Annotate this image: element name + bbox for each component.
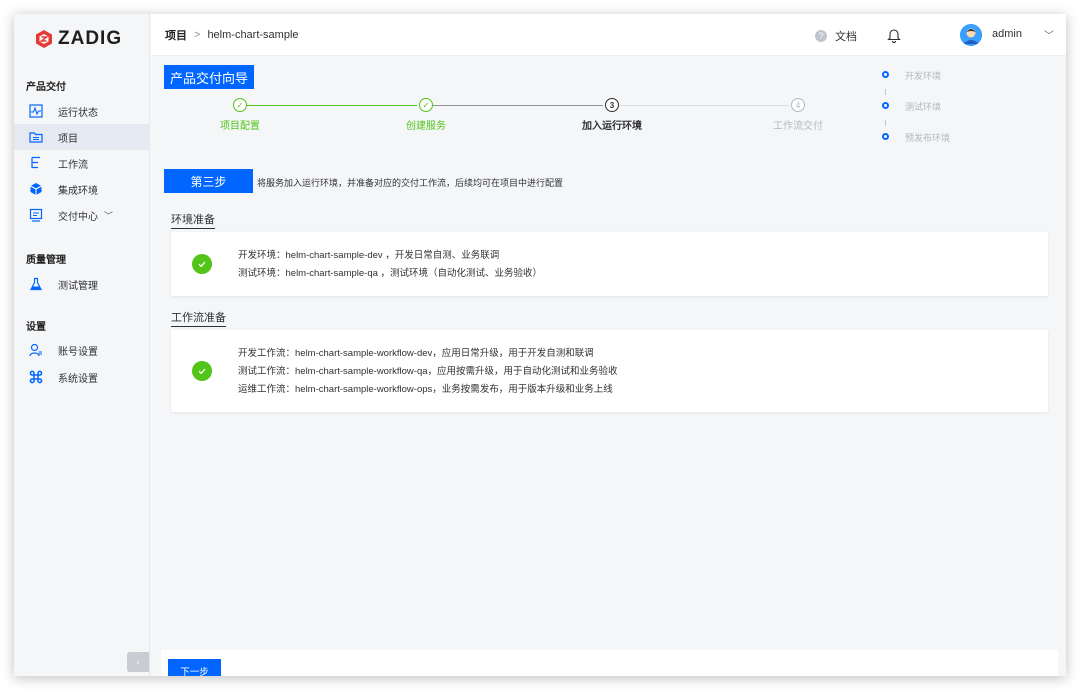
step-connector (433, 105, 603, 106)
env-progress-label: 测试环境 (905, 102, 942, 112)
env-progress-list: 开发环境 测试环境 预发布环境 (882, 69, 950, 162)
avatar-icon (960, 24, 982, 46)
step-4-label: 工作流交付 (773, 121, 823, 132)
workflow-line-dev: 开发工作流：helm-chart-sample-workflow-dev，应用日… (238, 348, 594, 359)
sidebar-item-system-settings[interactable]: 系统设置 (14, 364, 150, 390)
sidebar-item-label: 系统设置 (58, 373, 98, 385)
env-progress-item: 开发环境 (882, 69, 950, 100)
workflow-icon (28, 155, 44, 171)
sidebar-item-status[interactable]: 运行状态 (14, 98, 150, 124)
main-content: 产品交付向导 ✓ ✓ 3 4 项目配置 创建服务 加入运行环境 工作流交付 开发… (151, 57, 1066, 676)
breadcrumb: 项目 > helm-chart-sample (165, 27, 299, 43)
app-window: ZADIG 产品交付 运行状态 项目 工作流 集成环境 交付中心 ﹀ 质量管理 … (14, 14, 1066, 676)
circle-icon (882, 133, 889, 140)
activity-icon (28, 103, 44, 119)
workflow-card: 开发工作流：helm-chart-sample-workflow-dev，应用日… (171, 330, 1048, 412)
next-step-button[interactable]: 下一步 (168, 659, 221, 676)
env-connector (885, 89, 886, 95)
sidebar-item-label: 运行状态 (58, 107, 98, 119)
workflow-section-title: 工作流准备 (171, 309, 226, 327)
sidebar-item-delivery-center[interactable]: 交付中心 ﹀ (14, 202, 150, 228)
step-2-label: 创建服务 (406, 121, 446, 132)
breadcrumb-separator: > (194, 29, 201, 41)
step-connector (247, 105, 417, 106)
step-4-number: 4 (791, 98, 805, 112)
step-description: 将服务加入运行环境，并准备对应的交付工作流，后续均可在项目中进行配置 (257, 178, 564, 188)
delivery-icon (28, 207, 44, 223)
env-connector (885, 120, 886, 126)
breadcrumb-root[interactable]: 项目 (165, 27, 187, 43)
cube-icon (28, 181, 44, 197)
step-3-number: 3 (605, 98, 619, 112)
folder-icon (28, 129, 44, 145)
step-2-check-icon: ✓ (419, 98, 433, 112)
chevron-down-icon: ﹀ (104, 210, 114, 221)
bell-icon[interactable] (887, 27, 901, 43)
chevron-down-icon[interactable]: ﹀ (1044, 27, 1054, 42)
step-badge: 第三步 (164, 169, 253, 193)
step-1-check-icon: ✓ (233, 98, 247, 112)
sidebar-item-test-management[interactable]: 测试管理 (14, 271, 150, 297)
check-circle-icon (192, 361, 212, 381)
step-1-label: 项目配置 (220, 121, 260, 132)
nav-group-delivery: 产品交付 (26, 82, 66, 93)
env-line-qa: 测试环境：helm-chart-sample-qa ，测试环境（自动化测试、业务… (238, 268, 543, 279)
circle-icon (882, 102, 889, 109)
env-progress-item: 预发布环境 (882, 131, 950, 162)
sidebar-collapse-button[interactable]: ‹ (127, 652, 149, 672)
sidebar-item-label: 集成环境 (58, 185, 98, 197)
step-connector (619, 105, 789, 106)
sidebar-item-label: 工作流 (58, 159, 88, 171)
username[interactable]: admin (992, 28, 1022, 40)
sidebar-item-label: 交付中心 (58, 211, 98, 223)
sidebar-item-account-settings[interactable]: 账号设置 (14, 337, 150, 363)
help-icon: ? (815, 30, 827, 42)
check-circle-icon (192, 254, 212, 274)
docs-link[interactable]: ? 文档 (815, 28, 857, 44)
nav-group-quality: 质量管理 (26, 255, 66, 266)
avatar[interactable] (960, 24, 982, 46)
workflow-line-ops: 运维工作流：helm-chart-sample-workflow-ops，业务按… (238, 384, 613, 395)
command-icon (28, 369, 44, 385)
wizard-steps: ✓ ✓ 3 4 项目配置 创建服务 加入运行环境 工作流交付 (151, 95, 871, 135)
flask-icon (28, 276, 44, 292)
docs-label: 文档 (835, 31, 857, 43)
zadig-logo-icon (36, 30, 52, 48)
sidebar-item-environments[interactable]: 集成环境 (14, 176, 150, 202)
logo-text: ZADIG (58, 28, 123, 49)
env-card: 开发环境：helm-chart-sample-dev ，开发日常自测、业务联调 … (171, 232, 1048, 296)
top-header: 项目 > helm-chart-sample ? 文档 admin ﹀ (151, 14, 1066, 56)
env-progress-item: 测试环境 (882, 100, 950, 131)
sidebar: ZADIG 产品交付 运行状态 项目 工作流 集成环境 交付中心 ﹀ 质量管理 … (14, 14, 150, 676)
env-progress-label: 预发布环境 (905, 133, 951, 143)
wizard-title: 产品交付向导 (164, 65, 255, 89)
sidebar-item-label: 测试管理 (58, 280, 98, 292)
env-section-title: 环境准备 (171, 211, 215, 229)
breadcrumb-current: helm-chart-sample (207, 29, 299, 41)
logo[interactable]: ZADIG (34, 28, 122, 50)
sidebar-item-label: 账号设置 (58, 346, 98, 358)
circle-icon (882, 71, 889, 78)
sidebar-item-workflow[interactable]: 工作流 (14, 150, 150, 176)
step-3-label: 加入运行环境 (582, 121, 642, 132)
env-progress-label: 开发环境 (905, 71, 942, 81)
workflow-line-qa: 测试工作流：helm-chart-sample-workflow-qa，应用按需… (238, 366, 618, 377)
sidebar-item-projects[interactable]: 项目 (14, 124, 150, 150)
sidebar-item-label: 项目 (58, 133, 78, 145)
nav-group-settings: 设置 (26, 322, 46, 333)
footer-bar: 下一步 (161, 650, 1058, 676)
user-settings-icon (28, 342, 44, 358)
env-line-dev: 开发环境：helm-chart-sample-dev ，开发日常自测、业务联调 (238, 250, 500, 261)
